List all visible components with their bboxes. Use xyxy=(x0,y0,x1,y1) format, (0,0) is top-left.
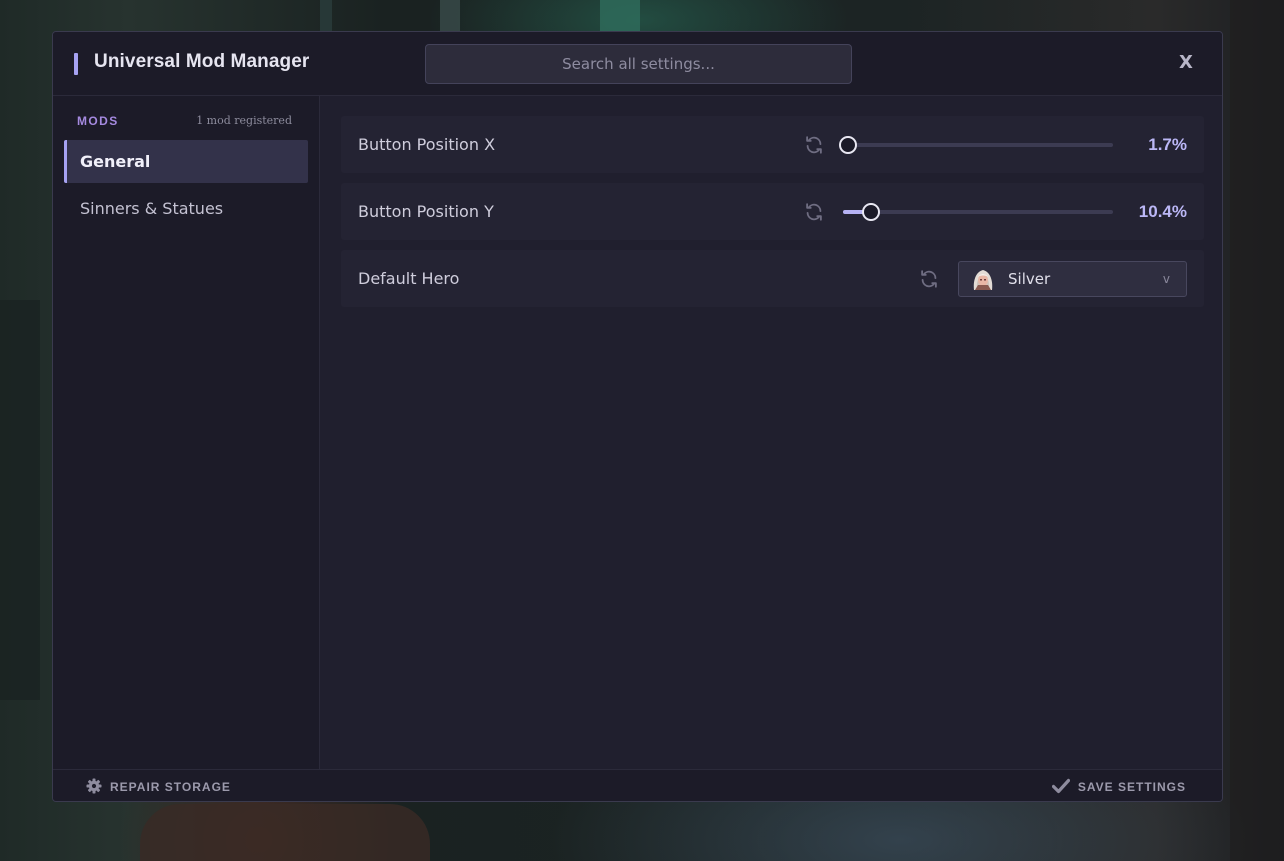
background-doorway xyxy=(600,0,640,32)
slider-value: 10.4% xyxy=(1138,202,1187,221)
sidebar-item-sinners-statues[interactable]: Sinners & Statues xyxy=(64,187,308,230)
background-character xyxy=(140,804,430,861)
window-footer: REPAIR STORAGE SAVE SETTINGS xyxy=(53,769,1222,801)
slider-button-position-y[interactable] xyxy=(843,201,1113,223)
chevron-down-icon: v xyxy=(1162,272,1170,286)
setting-row-default-hero: Default Hero Silver v xyxy=(341,250,1204,307)
hero-select[interactable]: Silver v xyxy=(958,261,1187,297)
refresh-icon[interactable] xyxy=(803,201,825,223)
settings-panel: Button Position X 1.7% Button Position Y xyxy=(320,96,1222,769)
setting-label: Button Position Y xyxy=(358,202,494,221)
slider-value: 1.7% xyxy=(1148,135,1187,154)
setting-row-button-position-y: Button Position Y 10.4% xyxy=(341,183,1204,240)
slider-thumb[interactable] xyxy=(862,203,881,221)
setting-label: Button Position X xyxy=(358,135,496,154)
slider-track xyxy=(843,143,1113,147)
save-settings-label: SAVE SETTINGS xyxy=(1077,780,1186,794)
search-input[interactable] xyxy=(425,44,852,84)
gear-icon xyxy=(86,778,102,794)
repair-storage-button[interactable]: REPAIR STORAGE xyxy=(86,770,231,801)
mods-header: MODS xyxy=(77,114,119,128)
refresh-icon[interactable] xyxy=(803,134,825,156)
background-pillar xyxy=(440,0,460,32)
close-button[interactable]: X xyxy=(1171,48,1201,78)
window-header: Universal Mod Manager X xyxy=(53,32,1222,96)
slider-thumb[interactable] xyxy=(838,136,857,154)
mods-count: 1 mod registered xyxy=(196,114,292,127)
save-settings-button[interactable]: SAVE SETTINGS xyxy=(1051,770,1186,801)
title-accent-bar xyxy=(74,53,78,75)
mods-sidebar: MODS 1 mod registered General Sinners & … xyxy=(53,96,320,769)
repair-storage-label: REPAIR STORAGE xyxy=(110,780,231,794)
window-title: Universal Mod Manager xyxy=(94,51,310,72)
slider-track xyxy=(843,210,1113,214)
hero-select-value: Silver xyxy=(1008,270,1051,288)
setting-label: Default Hero xyxy=(358,269,460,288)
slider-button-position-x[interactable] xyxy=(838,134,1113,156)
refresh-icon[interactable] xyxy=(918,268,940,290)
background-wall xyxy=(0,300,40,700)
mod-manager-window: Universal Mod Manager X MODS 1 mod regis… xyxy=(52,31,1223,802)
check-icon xyxy=(1051,778,1070,794)
background-wall xyxy=(1230,0,1284,861)
hero-avatar-icon xyxy=(973,270,993,290)
sidebar-item-general[interactable]: General xyxy=(64,140,308,183)
background-pillar xyxy=(320,0,332,32)
setting-row-button-position-x: Button Position X 1.7% xyxy=(341,116,1204,173)
